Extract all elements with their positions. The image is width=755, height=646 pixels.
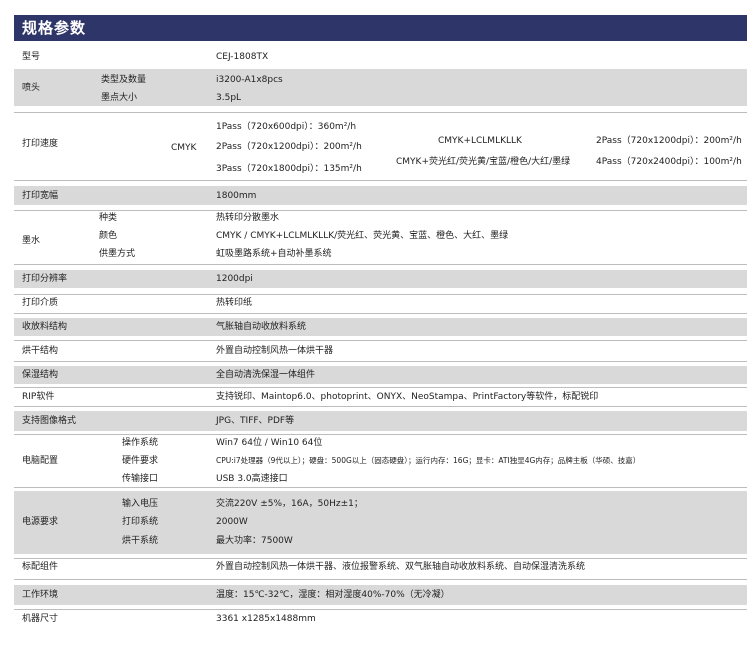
power-label: 电源要求 <box>22 517 59 527</box>
model-value: CEJ-1808TX <box>216 52 269 62</box>
formats-row-bg <box>14 411 747 431</box>
dryer-label: 烘干结构 <box>22 346 59 356</box>
divider <box>14 313 747 314</box>
power-print-label: 打印系统 <box>122 517 159 527</box>
divider <box>14 294 747 295</box>
takeup-value: 气胀轴自动收放料系统 <box>216 322 307 332</box>
ink-label: 墨水 <box>22 236 41 246</box>
media-value: 热转印纸 <box>216 298 253 308</box>
pc-label: 电脑配置 <box>22 456 59 466</box>
maintain-value: 全自动清洗保湿一体组件 <box>216 370 316 380</box>
divider <box>14 180 747 181</box>
ink-type-value: 热转印分散墨水 <box>216 213 280 223</box>
divider <box>14 112 747 113</box>
divider <box>14 609 747 610</box>
divider <box>14 340 747 341</box>
ink-type-label: 种类 <box>99 213 118 223</box>
pc-io-label: 传输接口 <box>122 474 159 484</box>
rip-value: 支持锐印、Maintop6.0、photoprint、ONYX、NeoStamp… <box>216 392 599 402</box>
speed-mode-lc: CMYK+LCLMLKLLK <box>438 136 522 146</box>
divider <box>14 406 747 407</box>
speed-3pass: 3Pass（720x1800dpi）：135m²/h <box>216 164 362 174</box>
head-dot-label: 墨点大小 <box>101 93 138 103</box>
pc-hw-value: CPU:i7处理器（9代以上）；硬盘：500G以上（固态硬盘）；运行内存：16G… <box>216 456 641 465</box>
power-dryer-value: 最大功率：7500W <box>216 536 293 546</box>
speed-4pass: 4Pass（720x2400dpi）：100m²/h <box>596 157 742 167</box>
speed-1pass: 1Pass（720x600dpi）：360m²/h <box>216 122 357 132</box>
section-header: 规格参数 <box>14 15 747 41</box>
divider <box>14 387 747 388</box>
head-label: 喷头 <box>22 83 41 93</box>
power-dryer-label: 烘干系统 <box>122 536 159 546</box>
power-print-value: 2000W <box>216 517 248 527</box>
width-value: 1800mm <box>216 191 257 201</box>
dryer-value: 外置自动控制风热一体烘干器 <box>216 346 334 356</box>
power-input-label: 输入电压 <box>122 499 159 509</box>
divider <box>14 579 747 580</box>
width-label: 打印宽幅 <box>22 191 59 201</box>
pc-os-value: Win7 64位 / Win10 64位 <box>216 438 323 448</box>
width-row-bg <box>14 186 747 205</box>
speed-mode-fluo: CMYK+荧光红/荧光黄/宝蓝/橙色/大红/墨绿 <box>396 157 571 167</box>
standard-label: 标配组件 <box>22 562 59 572</box>
speed-2pass-lc: 2Pass（720x1200dpi）：200m²/h <box>596 136 742 146</box>
size-label: 机器尺寸 <box>22 614 59 624</box>
pc-os-label: 操作系统 <box>122 438 159 448</box>
divider <box>14 434 747 435</box>
takeup-row-bg <box>14 318 747 336</box>
ink-color-label: 颜色 <box>99 231 118 241</box>
ink-supply-label: 供墨方式 <box>99 249 136 259</box>
env-label: 工作环境 <box>22 590 59 600</box>
resolution-label: 打印分辨率 <box>22 274 68 284</box>
pc-io-value: USB 3.0高速接口 <box>216 474 288 484</box>
divider <box>14 264 747 265</box>
model-label: 型号 <box>22 52 41 62</box>
divider <box>14 361 747 362</box>
head-type-label: 类型及数量 <box>101 75 147 85</box>
resolution-row-bg <box>14 270 747 288</box>
head-dot-value: 3.5pL <box>216 93 242 103</box>
speed-2pass: 2Pass（720x1200dpi）：200m²/h <box>216 142 362 152</box>
power-input-value: 交流220V ±5%，16A，50Hz±1； <box>216 499 363 509</box>
resolution-value: 1200dpi <box>216 274 253 284</box>
env-value: 温度：15℃-32℃，湿度：相对湿度40%-70%（无冷凝） <box>216 590 450 600</box>
divider <box>14 210 747 211</box>
speed-label: 打印速度 <box>22 139 59 149</box>
page-title: 规格参数 <box>22 19 87 37</box>
standard-value: 外置自动控制风热一体烘干器、液位报警系统、双气胀轴自动收放料系统、自动保湿清洗系… <box>216 562 586 572</box>
rip-label: RIP软件 <box>22 392 55 402</box>
speed-mode-cmyk: CMYK <box>171 143 197 153</box>
pc-hw-label: 硬件要求 <box>122 456 159 466</box>
divider <box>14 558 747 559</box>
formats-label: 支持图像格式 <box>22 416 77 426</box>
formats-value: JPG、TIFF、PDF等 <box>216 416 295 426</box>
media-label: 打印介质 <box>22 298 59 308</box>
maintain-row-bg <box>14 366 747 384</box>
size-value: 3361 x1285x1488mm <box>216 614 316 624</box>
ink-color-value: CMYK / CMYK+LCLMLKLLK/荧光红、荧光黄、宝蓝、橙色、大红、墨… <box>216 231 509 241</box>
head-type-value: i3200-A1x8pcs <box>216 75 283 85</box>
takeup-label: 收放料结构 <box>22 322 68 332</box>
ink-supply-value: 虹吸墨路系统+自动补墨系统 <box>216 249 332 259</box>
maintain-label: 保湿结构 <box>22 370 59 380</box>
divider <box>14 487 747 488</box>
